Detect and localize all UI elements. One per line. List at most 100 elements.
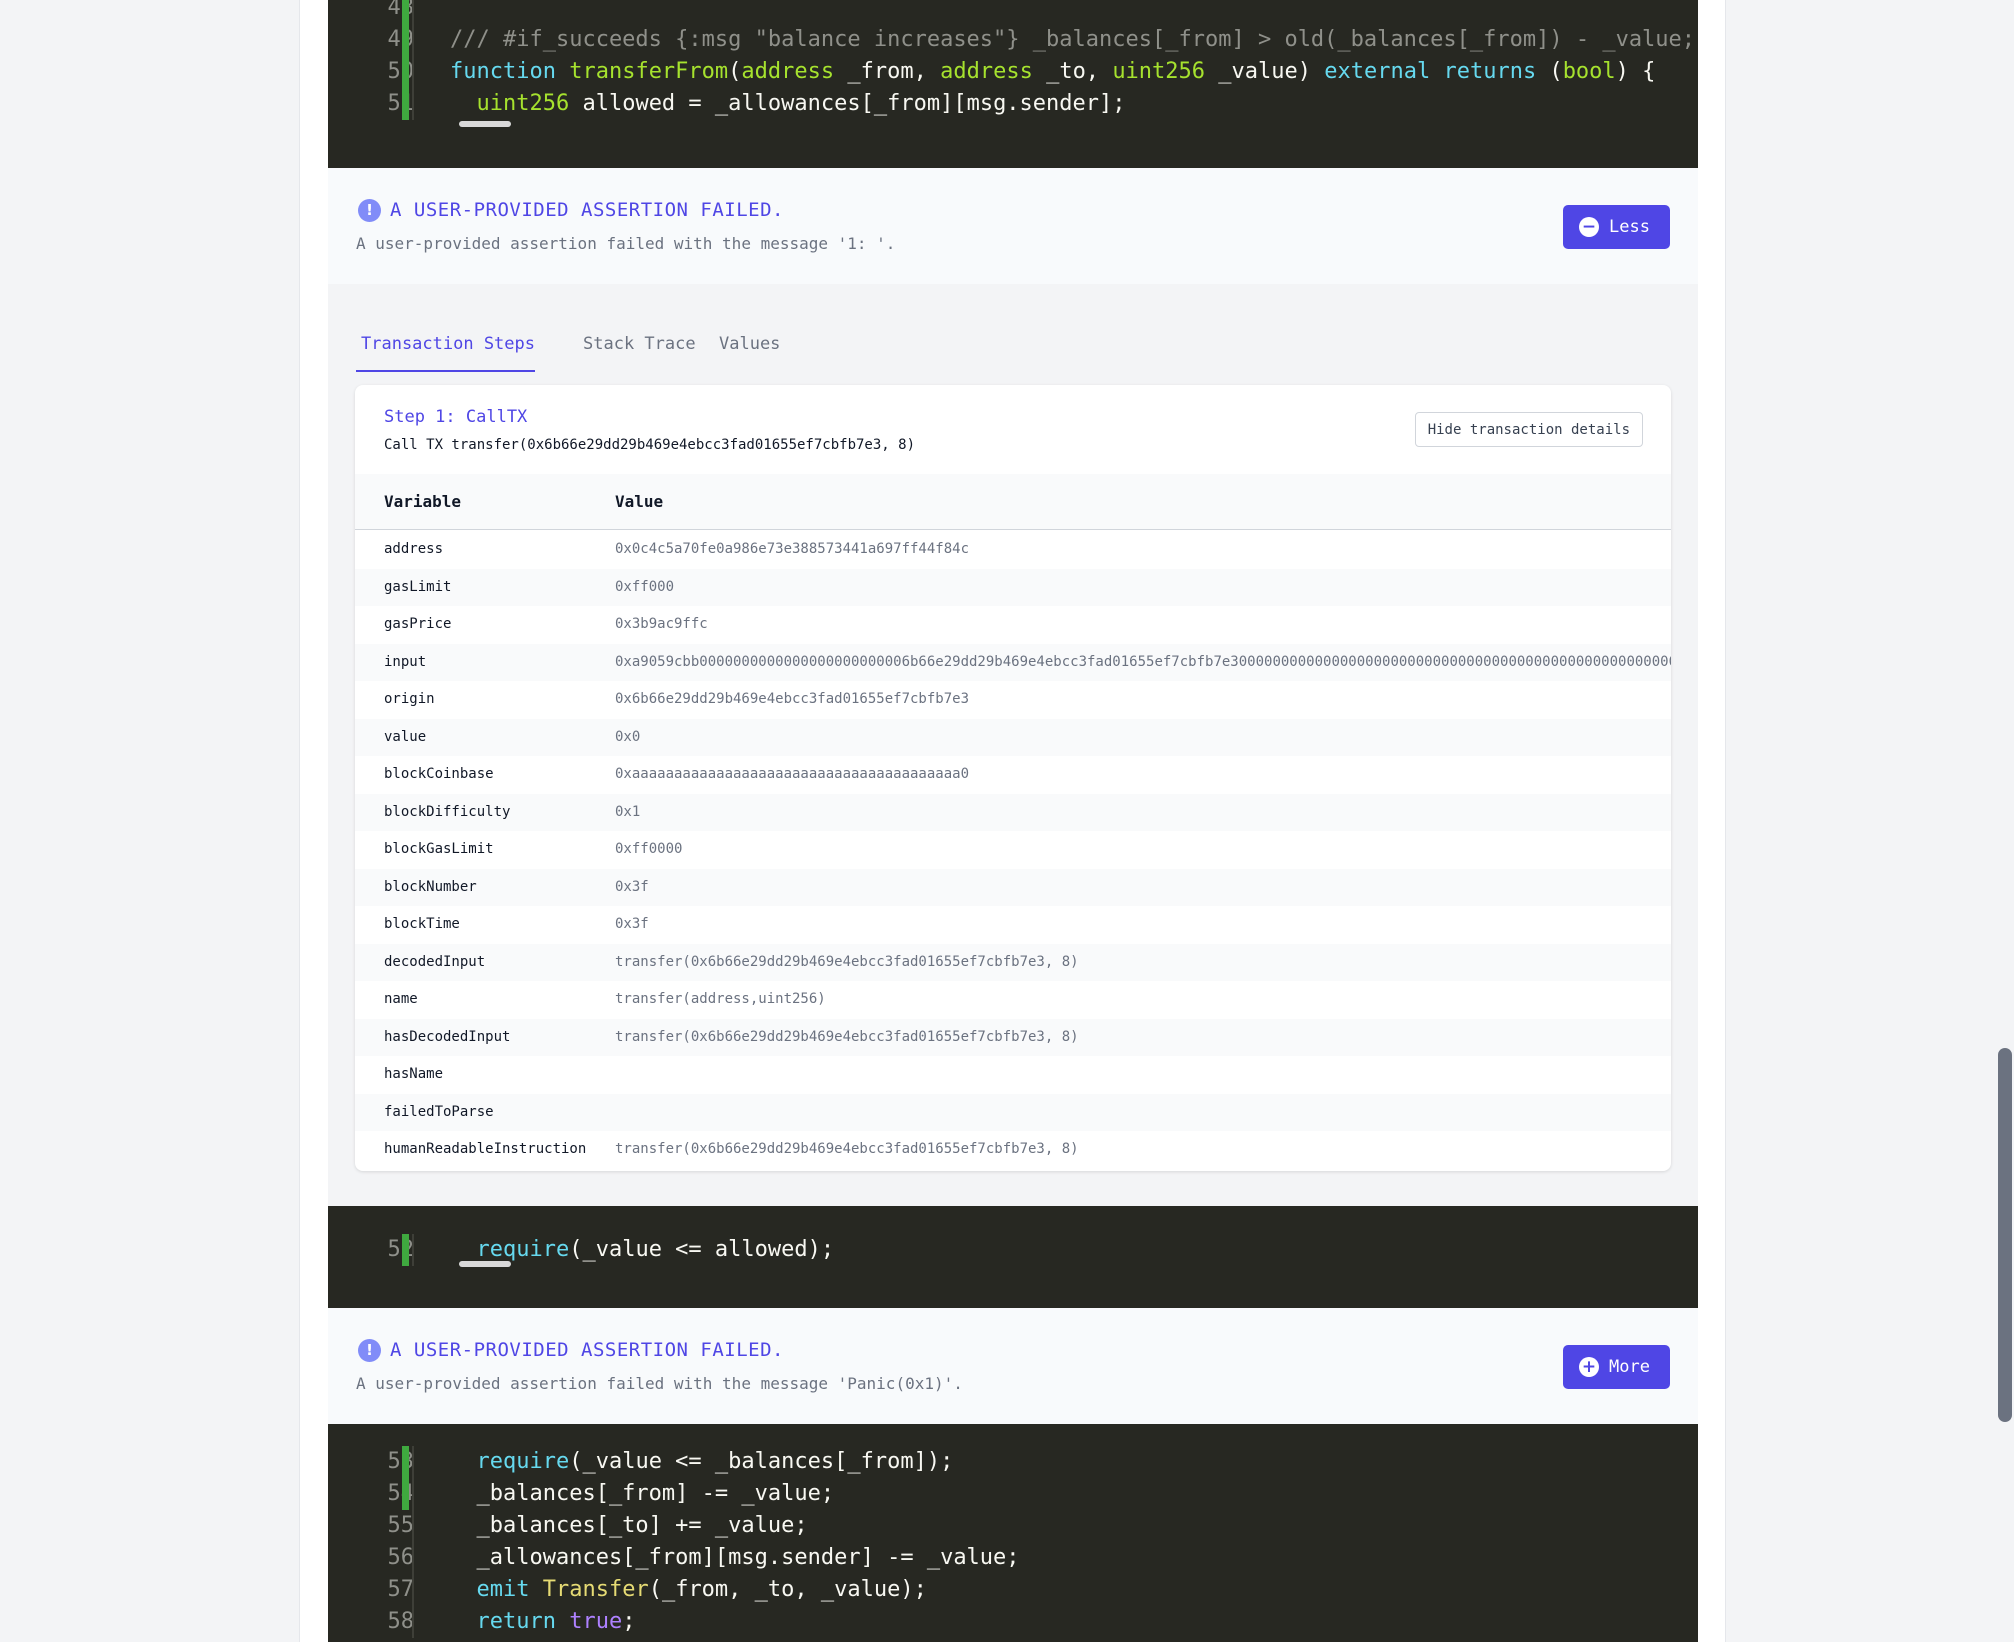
gutter-divider — [412, 88, 414, 120]
code-line-52: 52 require(_value <= allowed); — [328, 1234, 1698, 1266]
coverage-marker — [402, 56, 409, 88]
gutter-divider — [412, 24, 414, 56]
code-text: emit Transfer(_from, _to, _value); — [476, 1577, 927, 1602]
table-row: blockTime 0x3f — [355, 906, 1671, 944]
variable-value: transfer(0x6b66e29dd29b469e4ebcc3fad0165… — [615, 953, 1079, 970]
variable-value: transfer(0x6b66e29dd29b469e4ebcc3fad0165… — [615, 1028, 1079, 1045]
table-row: hasName — [355, 1056, 1671, 1094]
failure-underline — [459, 121, 511, 127]
variable-name: failedToParse — [384, 1103, 494, 1120]
assertion-alert-1: ! A USER-PROVIDED ASSERTION FAILED. A us… — [328, 168, 1698, 284]
code-text: _balances[_to] += _value; — [450, 1513, 808, 1538]
more-button[interactable]: + More — [1563, 1345, 1670, 1389]
variable-name: hasDecodedInput — [384, 1028, 511, 1045]
code-line-55: 55 _balances[_to] += _value; — [328, 1510, 1698, 1542]
variables-table-body: address 0x0c4c5a70fe0a986e73e388573441a69… — [355, 531, 1671, 1169]
tab-stack-trace[interactable]: Stack Trace — [578, 322, 701, 372]
variable-name: humanReadableInstruction — [384, 1141, 587, 1157]
variable-value: 0xff000 — [615, 578, 675, 595]
code-line-54: 54 _balances[_from] -= _value; — [328, 1478, 1698, 1510]
variable-value: transfer(0x6b66e29dd29b469e4ebcc3fad0165… — [615, 1141, 1079, 1157]
code-text: /// #if_succeeds {:msg "balance increase… — [450, 27, 1696, 52]
failure-underline — [459, 1261, 511, 1267]
code-block-bottom: 53 require(_value <= _balances[_from]); … — [328, 1424, 1698, 1642]
tab-values[interactable]: Values — [714, 322, 785, 372]
code-text: function transferFrom(address _from, add… — [450, 59, 1656, 84]
code-text: return true; — [476, 1609, 636, 1634]
table-row: failedToParse — [355, 1093, 1671, 1131]
variable-name: blockTime — [384, 916, 460, 932]
coverage-marker — [402, 24, 409, 56]
gutter-divider — [412, 1446, 414, 1478]
code-block-top: 48 49 /// #if_succeeds {:msg "balance in… — [328, 0, 1698, 168]
variable-name: blockNumber — [384, 878, 477, 895]
table-row: name transfer(address,uint256) — [355, 981, 1671, 1019]
variable-name: input — [384, 653, 427, 670]
code-line-57: 57 emit Transfer(_from, _to, _value); — [328, 1574, 1698, 1606]
gutter-divider — [412, 1542, 414, 1574]
step-title: Step 1: CallTX — [384, 407, 528, 427]
column-header-variable: Variable — [384, 492, 462, 511]
gutter-divider — [412, 1574, 414, 1606]
table-row: decodedInput transfer(0x6b66e29dd29b469e4… — [355, 943, 1671, 981]
variable-value: 0x0 — [615, 728, 641, 745]
coverage-marker — [402, 1446, 409, 1478]
code-line-56: 56 _allowances[_from][msg.sender] -= _va… — [328, 1542, 1698, 1574]
table-row: address 0x0c4c5a70fe0a986e73e388573441a69… — [355, 531, 1671, 569]
transaction-step-card: Step 1: CallTX Call TX transfer(0x6b66e2… — [355, 385, 1671, 1171]
variable-name: address — [384, 541, 444, 557]
button-label: More — [1609, 1357, 1650, 1377]
hide-transaction-details-button[interactable]: Hide transaction details — [1414, 412, 1643, 447]
alert-title: A USER-PROVIDED ASSERTION FAILED. — [390, 199, 784, 221]
gutter-divider — [412, 56, 414, 88]
variable-value: transfer(address,uint256) — [615, 991, 826, 1007]
table-row: humanReadableInstruction transfer(0x6b66e… — [355, 1131, 1671, 1169]
code-line-53: 53 require(_value <= _balances[_from]); — [328, 1446, 1698, 1478]
plus-circle-icon: + — [1579, 1357, 1600, 1377]
gutter-divider — [412, 1606, 414, 1638]
variable-name: blockGasLimit — [384, 841, 494, 857]
alert-message: A user-provided assertion failed with th… — [356, 1374, 963, 1393]
variable-name: blockCoinbase — [384, 766, 494, 782]
table-row: input 0xa9059cbb0000000000000000000000006… — [355, 643, 1671, 681]
alert-message: A user-provided assertion failed with th… — [356, 234, 896, 253]
code-line-58: 58 return true; — [328, 1606, 1698, 1638]
transaction-details-panel: Transaction Steps Stack Trace Values Ste… — [328, 284, 1698, 1206]
variable-name: gasPrice — [384, 616, 452, 632]
table-row: gasPrice 0x3b9ac9ffc — [355, 606, 1671, 644]
column-header-value: Value — [615, 492, 664, 511]
variable-name: name — [384, 991, 418, 1007]
page-scrollbar-thumb[interactable] — [1998, 1048, 2012, 1422]
variable-value: 0x6b66e29dd29b469e4ebcc3fad01655ef7cbfb7… — [615, 691, 970, 707]
table-row: origin 0x6b66e29dd29b469e4ebcc3fad01655ef… — [355, 681, 1671, 719]
code-line-50: 50 function transferFrom(address _from, … — [328, 56, 1698, 88]
gutter-divider — [412, 1478, 414, 1510]
gutter-divider — [412, 1234, 414, 1266]
alert-title: A USER-PROVIDED ASSERTION FAILED. — [390, 1339, 784, 1361]
code-text: _balances[_from] -= _value; — [450, 1481, 835, 1506]
variable-value: 0x0c4c5a70fe0a986e73e388573441a697ff44f8… — [615, 541, 970, 557]
exclamation-icon: ! — [358, 1339, 381, 1362]
button-label: Less — [1609, 217, 1650, 237]
line-number: 56 — [387, 1545, 415, 1570]
assertion-alert-2: ! A USER-PROVIDED ASSERTION FAILED. A us… — [328, 1308, 1698, 1424]
variable-name: gasLimit — [384, 578, 452, 595]
less-button[interactable]: − Less — [1563, 205, 1670, 249]
tab-transaction-steps[interactable]: Transaction Steps — [356, 322, 535, 372]
variable-value: 0x3f — [615, 916, 649, 932]
variable-value: 0x3b9ac9ffc — [615, 616, 708, 632]
variable-name: decodedInput — [384, 953, 486, 970]
code-line-51: 51 uint256 allowed = _allowances[_from][… — [328, 88, 1698, 120]
code-text: _allowances[_from][msg.sender] -= _value… — [450, 1545, 1020, 1570]
variable-value: 0xff0000 — [615, 841, 683, 857]
exclamation-icon: ! — [358, 199, 381, 222]
table-row: gasLimit 0xff000 — [355, 568, 1671, 606]
line-number: 58 — [387, 1609, 415, 1634]
line-number: 57 — [387, 1577, 415, 1602]
code-block-mid: 52 require(_value <= allowed); — [328, 1206, 1698, 1308]
code-line-49: 49 /// #if_succeeds {:msg "balance incre… — [328, 24, 1698, 56]
minus-circle-icon: − — [1579, 217, 1600, 237]
gutter-divider — [412, 0, 414, 24]
variable-value: 0x1 — [615, 803, 641, 820]
variable-name: hasName — [384, 1066, 444, 1082]
